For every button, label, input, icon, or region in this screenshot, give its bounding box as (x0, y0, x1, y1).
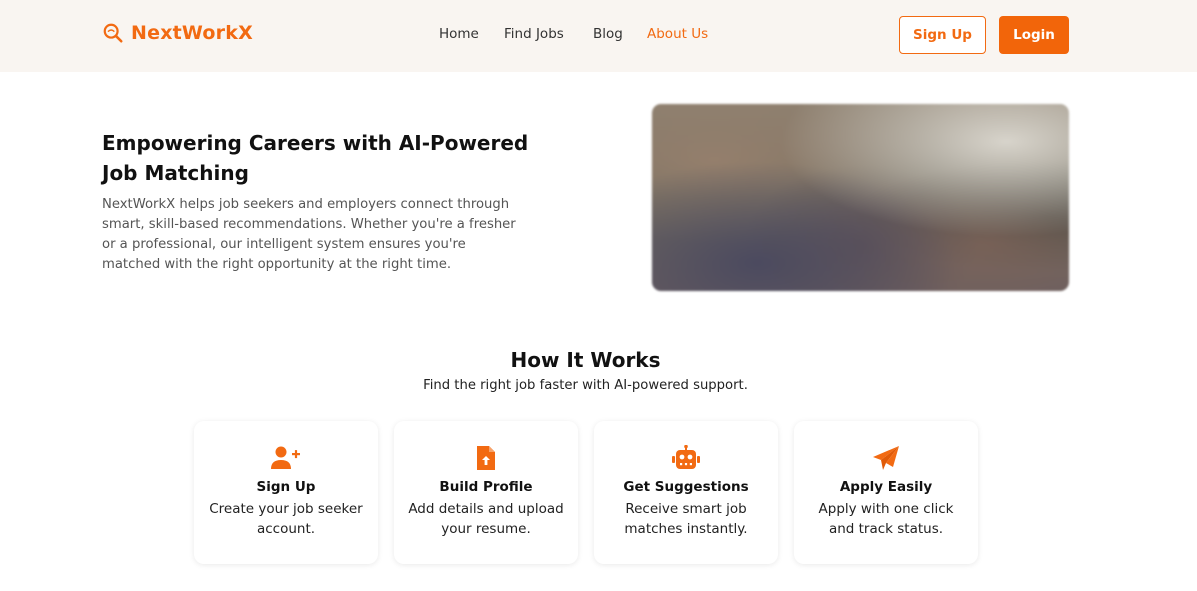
step-description: Apply with one click and track status. (818, 501, 954, 537)
hero-description: NextWorkX helps job seekers and employer… (102, 197, 516, 272)
step-title: Build Profile (439, 479, 533, 495)
nav-find-jobs[interactable]: Find Jobs (504, 26, 564, 42)
hero-image (652, 104, 1069, 291)
step-card-apply-easily: Apply Easily Apply with one click and tr… (794, 421, 978, 564)
step-title: Apply Easily (839, 479, 933, 495)
step-card-get-suggestions: Get Suggestions Receive smart job matche… (594, 421, 778, 564)
robot-icon (672, 445, 700, 469)
how-it-works-subtitle: Find the right job faster with AI-powere… (423, 378, 748, 393)
step-card-build-profile: Build Profile Add details and upload you… (394, 421, 578, 564)
nav-blog[interactable]: Blog (593, 26, 623, 42)
hero-title: Empowering Careers with AI-Powered Job M… (102, 131, 529, 185)
user-plus-icon (271, 446, 300, 469)
login-button[interactable]: Login (999, 16, 1069, 54)
step-description: Add details and upload your resume. (408, 501, 564, 537)
step-title: Get Suggestions (623, 479, 749, 495)
paper-plane-icon (873, 446, 899, 470)
sign-up-button[interactable]: Sign Up (899, 16, 986, 54)
step-description: Create your job seeker account. (209, 501, 363, 537)
step-card-sign-up: Sign Up Create your job seeker account. (194, 421, 378, 564)
site-header: NextWorkX Home Find Jobs Blog About Us S… (0, 0, 1197, 72)
step-description: Receive smart job matches instantly. (624, 501, 748, 537)
nav-home[interactable]: Home (439, 26, 479, 42)
step-title: Sign Up (256, 479, 316, 495)
file-upload-icon (477, 446, 495, 470)
how-it-works-title: How It Works (510, 348, 661, 372)
nav-about-us[interactable]: About Us (647, 26, 708, 42)
